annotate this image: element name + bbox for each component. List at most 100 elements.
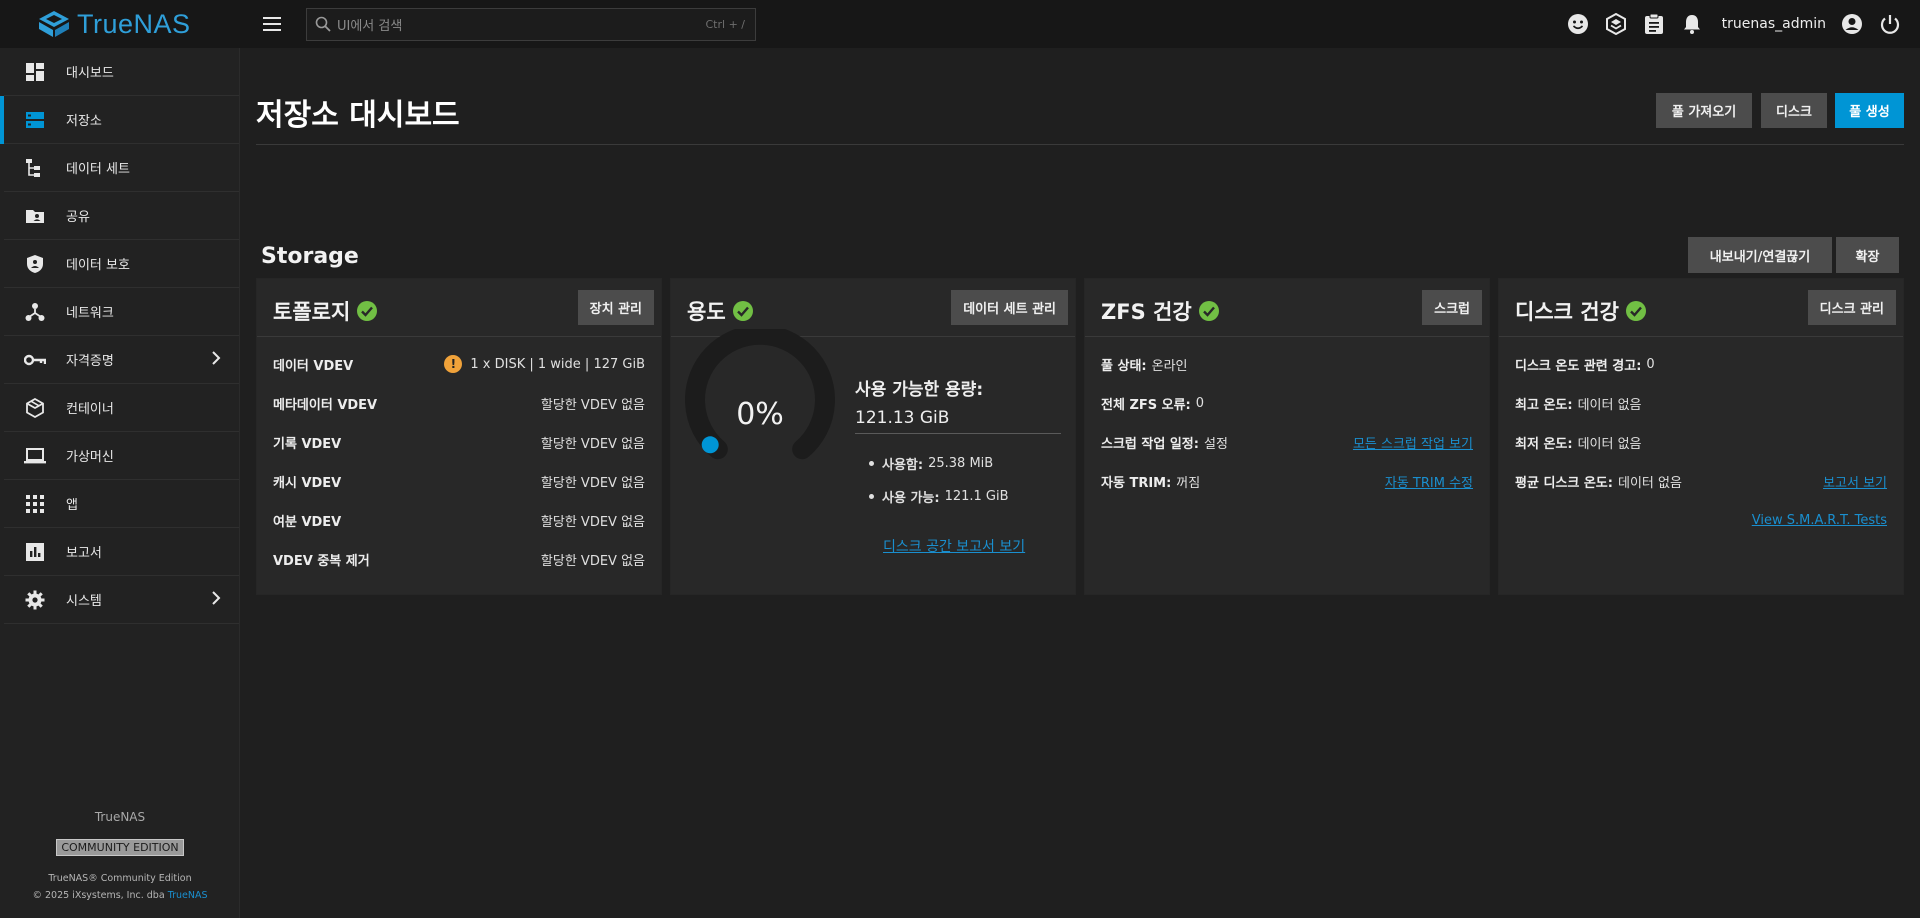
data-protection-icon <box>24 253 46 275</box>
disks-button[interactable]: 디스크 <box>1761 93 1827 128</box>
laptop-icon <box>24 445 46 467</box>
menu-toggle-button[interactable] <box>260 12 284 36</box>
warning-icon[interactable]: ! <box>444 355 463 373</box>
search-shortcut: Ctrl + / <box>705 17 746 31</box>
view-smart-tests-link[interactable]: View S.M.A.R.T. Tests <box>1752 513 1887 528</box>
min-temp-row: 최저 온도: 데이터 없음 <box>1515 436 1642 452</box>
chevron-right-icon <box>211 590 221 610</box>
sidebar-brand: TrueNAS <box>94 810 146 824</box>
auto-trim-row: 자동 TRIM: 꺼짐 자동 TRIM 수정 <box>1101 471 1473 491</box>
storage-icon <box>24 109 46 131</box>
free-space-item: 사용 가능: 121.1 GiB <box>869 487 1009 506</box>
import-pool-button[interactable]: 풀 가져오기 <box>1656 93 1752 128</box>
topology-row-metadata: 메타데이터 VDEV 할당한 VDEV 없음 <box>273 397 645 413</box>
hamburger-icon <box>263 17 281 31</box>
view-reports-link[interactable]: 보고서 보기 <box>1823 472 1887 491</box>
logo-text: TrueNAS <box>77 8 191 39</box>
export-disconnect-button[interactable]: 내보내기/연결끊기 <box>1688 237 1832 273</box>
available-space-label: 사용 가능한 용량: <box>855 380 984 400</box>
feedback-icon[interactable] <box>1566 12 1590 36</box>
sidebar-item-network[interactable]: 네트워크 <box>4 288 239 336</box>
sidebar-item-label: 보고서 <box>66 546 102 561</box>
expand-button[interactable]: 확장 <box>1836 237 1899 273</box>
truenas-link[interactable]: TrueNAS <box>168 890 208 901</box>
chevron-right-icon <box>211 350 221 370</box>
topology-row-data: 데이터 VDEV! 1 x DISK | 1 wide | 127 GiB <box>273 355 645 374</box>
sidebar-item-label: 데이터 세트 <box>66 162 130 177</box>
sidebar-item-label: 대시보드 <box>66 66 114 81</box>
sidebar-item-label: 공유 <box>66 210 90 225</box>
sidebar-item-label: 가상머신 <box>66 450 114 465</box>
key-icon <box>24 349 46 371</box>
disk-health-card: 디스크 건강 디스크 관리 디스크 온도 관련 경고: 0 최고 온도: 데이터 없… <box>1498 278 1904 595</box>
create-pool-button[interactable]: 풀 생성 <box>1835 93 1904 128</box>
sidebar-item-containers[interactable]: 컨테이너 <box>4 384 239 432</box>
sidebar-item-label: 자격증명 <box>66 354 114 369</box>
datasets-icon <box>24 157 46 179</box>
notifications-bell-icon[interactable] <box>1680 12 1704 36</box>
check-circle-icon <box>357 301 378 321</box>
usage-title: 용도 <box>687 296 753 326</box>
view-scrub-tasks-link[interactable]: 모든 스크럽 작업 보기 <box>1353 433 1473 452</box>
page-title: 저장소 대시보드 <box>256 98 460 133</box>
usage-divider <box>855 433 1061 434</box>
used-space-item: 사용함: 25.38 MiB <box>869 454 993 473</box>
scrub-button[interactable]: 스크럽 <box>1422 290 1482 325</box>
search-icon <box>315 16 331 32</box>
sidebar-item-label: 앱 <box>66 498 78 513</box>
sidebar-item-shares[interactable]: 공유 <box>4 192 239 240</box>
sidebar-item-label: 저장소 <box>66 114 102 129</box>
jobs-clipboard-icon[interactable] <box>1642 12 1666 36</box>
manage-disks-button[interactable]: 디스크 관리 <box>1807 290 1896 325</box>
sidebar-item-reports[interactable]: 보고서 <box>4 528 239 576</box>
sidebar-item-label: 컨테이너 <box>66 402 114 417</box>
topology-row-cache: 캐시 VDEV 할당한 VDEV 없음 <box>273 475 645 491</box>
check-circle-icon <box>1198 301 1219 321</box>
sidebar-item-datasets[interactable]: 데이터 세트 <box>4 144 239 192</box>
containers-icon <box>24 397 46 419</box>
sidebar-item-dashboard[interactable]: 대시보드 <box>4 48 239 96</box>
zfs-health-title: ZFS 건강 <box>1101 296 1219 326</box>
edit-auto-trim-link[interactable]: 자동 TRIM 수정 <box>1385 472 1473 491</box>
sidebar-item-apps[interactable]: 앱 <box>4 480 239 528</box>
max-temp-row: 최고 온도: 데이터 없음 <box>1515 397 1642 413</box>
copyright-line-1: TrueNAS® Community Edition <box>48 873 192 884</box>
sidebar-item-system[interactable]: 시스템 <box>4 576 239 624</box>
truenas-mark-icon <box>39 11 69 37</box>
topology-title: 토폴로지 <box>273 296 378 326</box>
power-icon[interactable] <box>1878 12 1902 36</box>
search-input[interactable]: UI에서 검색 Ctrl + / <box>306 7 756 41</box>
account-circle-icon[interactable] <box>1840 12 1864 36</box>
truecommand-icon[interactable] <box>1604 12 1628 36</box>
pool-title: Storage <box>261 244 359 269</box>
truenas-logo[interactable]: TrueNAS <box>0 9 240 40</box>
copyright-line-2: © 2025 iXsystems, Inc. dba TrueNAS <box>32 890 208 901</box>
sidebar-item-label: 시스템 <box>66 594 102 609</box>
usage-gauge: 0% <box>685 329 835 460</box>
shares-icon <box>24 205 46 227</box>
network-icon <box>24 301 46 323</box>
username-label[interactable]: truenas_admin <box>1722 16 1826 32</box>
top-bar: TrueNAS UI에서 검색 Ctrl + / truenas_admin <box>0 0 1920 48</box>
sidebar-item-label: 네트워크 <box>66 306 114 321</box>
pool-status-row: 풀 상태: 온라인 <box>1101 358 1188 374</box>
check-circle-icon <box>732 301 753 321</box>
usage-percent: 0% <box>736 397 784 432</box>
avg-temp-row: 평균 디스크 온도: 데이터 없음 보고서 보기 <box>1515 471 1887 491</box>
usage-card: 용도 데이터 세트 관리 0% 사용 가능한 용량: 121.13 GiB 사용… <box>670 278 1076 595</box>
scrub-schedule-row: 스크럽 작업 일정: 설정 모든 스크럽 작업 보기 <box>1101 432 1473 452</box>
manage-devices-button[interactable]: 장치 관리 <box>577 290 654 325</box>
sidebar-item-data-protection[interactable]: 데이터 보호 <box>4 240 239 288</box>
sidebar-item-storage[interactable]: 저장소 <box>0 96 239 144</box>
reports-icon <box>24 541 46 563</box>
available-space-value: 121.13 GiB <box>855 408 950 428</box>
disk-health-title: 디스크 건강 <box>1515 296 1646 326</box>
topology-row-spare: 여분 VDEV 할당한 VDEV 없음 <box>273 514 645 530</box>
disk-space-report-link[interactable]: 디스크 공간 보고서 보기 <box>883 536 1025 556</box>
manage-datasets-button[interactable]: 데이터 세트 관리 <box>951 290 1068 325</box>
sidebar-item-virtual-machines[interactable]: 가상머신 <box>4 432 239 480</box>
sidebar-item-credentials[interactable]: 자격증명 <box>4 336 239 384</box>
zfs-health-card: ZFS 건강 스크럽 풀 상태: 온라인 전체 ZFS 오류: 0 스크럽 작업 일… <box>1084 278 1490 595</box>
header-divider <box>256 144 1904 145</box>
sidebar-item-label: 데이터 보호 <box>66 258 130 273</box>
